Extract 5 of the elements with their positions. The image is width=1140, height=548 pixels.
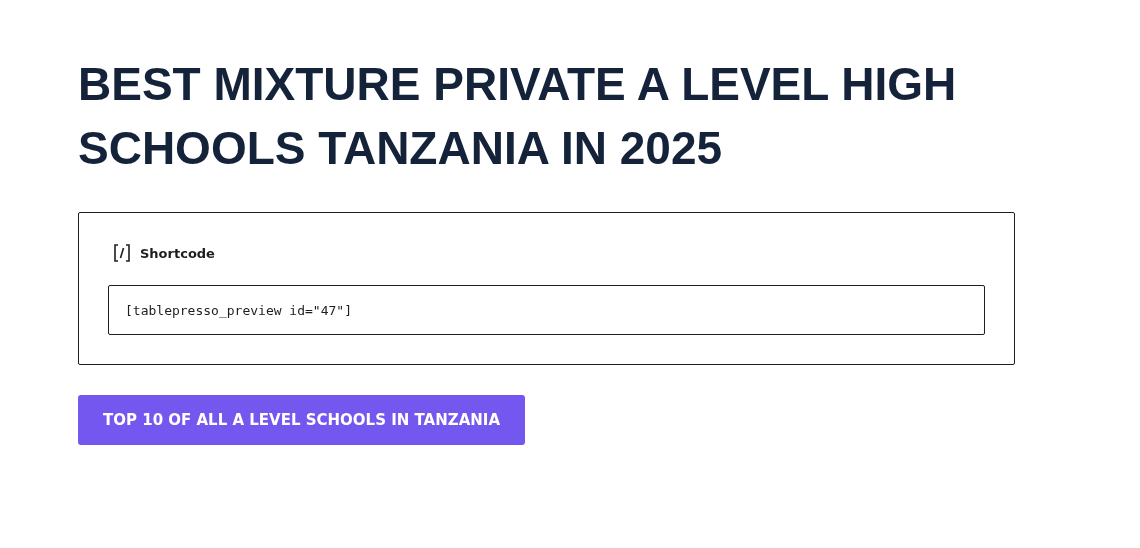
page-title: BEST MIXTURE PRIVATE A LEVEL HIGH SCHOOLS TANZANIA IN 2025: [78, 57, 958, 176]
block-label: Shortcode: [140, 245, 215, 261]
shortcode-field[interactable]: [tablepresso_preview id="47"]: [108, 285, 985, 335]
schools-link-button[interactable]: TOP 10 OF ALL A LEVEL SCHOOLS IN TANZANIA: [78, 395, 525, 445]
shortcode-icon: [112, 243, 132, 263]
